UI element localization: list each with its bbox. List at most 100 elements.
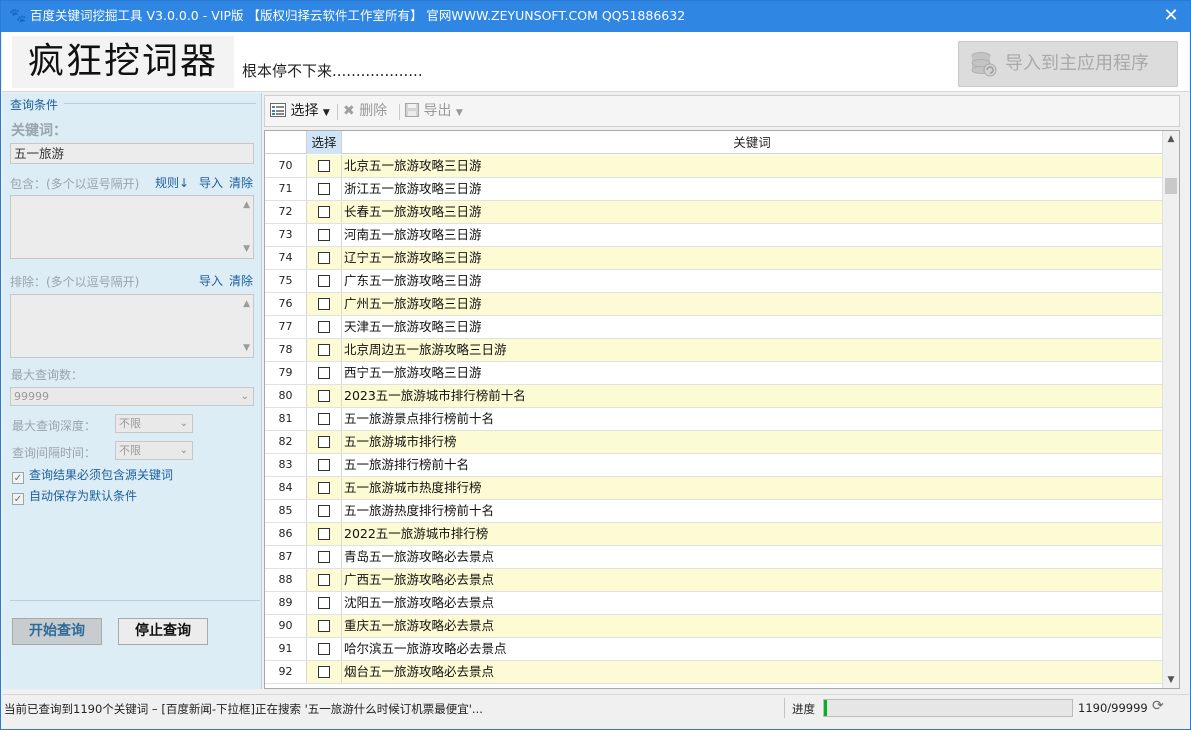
table-row[interactable]: 74 辽宁五一旅游攻略三日游: [265, 247, 1162, 270]
table-row[interactable]: 71 浙江五一旅游攻略三日游: [265, 178, 1162, 201]
checkmark-icon[interactable]: ✓: [12, 493, 24, 505]
grid-header: 选择 关键词: [265, 131, 1162, 154]
table-row[interactable]: 92 烟台五一旅游攻略必去景点: [265, 661, 1162, 684]
scroll-down-icon[interactable]: ▼: [243, 244, 250, 254]
row-checkbox[interactable]: [318, 505, 330, 517]
vertical-scrollbar[interactable]: ▲ ▼: [1162, 131, 1179, 688]
import-button-label: 导入到主应用程序: [1005, 53, 1149, 74]
table-row[interactable]: 78 北京周边五一旅游攻略三日游: [265, 339, 1162, 362]
row-number: 73: [265, 224, 306, 246]
close-icon[interactable]: ✕: [1158, 4, 1184, 28]
row-checkbox[interactable]: [318, 413, 330, 425]
table-row[interactable]: 80 2023五一旅游城市排行榜前十名: [265, 385, 1162, 408]
keyword-column-header[interactable]: 关键词: [342, 131, 1162, 154]
include-textarea[interactable]: ▲ ▼: [10, 195, 254, 259]
include-clear-link[interactable]: 清除: [229, 174, 253, 191]
max-query-select[interactable]: 99999 ⌄: [10, 387, 254, 406]
scroll-up-icon[interactable]: ▲: [243, 299, 250, 309]
row-checkbox[interactable]: [318, 643, 330, 655]
exclude-textarea[interactable]: ▲ ▼: [10, 294, 254, 358]
row-checkbox[interactable]: [318, 321, 330, 333]
scroll-up-icon[interactable]: ▲: [1163, 131, 1179, 147]
table-row[interactable]: 89 沈阳五一旅游攻略必去景点: [265, 592, 1162, 615]
row-number: 72: [265, 201, 306, 223]
table-row[interactable]: 73 河南五一旅游攻略三日游: [265, 224, 1162, 247]
table-row[interactable]: 77 天津五一旅游攻略三日游: [265, 316, 1162, 339]
delete-button[interactable]: ✖ 删除: [343, 102, 387, 120]
table-row[interactable]: 88 广西五一旅游攻略必去景点: [265, 569, 1162, 592]
keyword-input[interactable]: 五一旅游: [10, 143, 254, 164]
row-checkbox[interactable]: [318, 666, 330, 678]
row-checkbox[interactable]: [318, 551, 330, 563]
row-checkbox[interactable]: [318, 390, 330, 402]
row-checkbox[interactable]: [318, 574, 330, 586]
row-checkbox[interactable]: [318, 528, 330, 540]
must-contain-checkbox[interactable]: ✓ 查询结果必须包含源关键词: [12, 466, 173, 484]
export-menu-button[interactable]: 导出 ▼: [405, 102, 463, 122]
row-checkbox[interactable]: [318, 482, 330, 494]
scroll-down-icon[interactable]: ▼: [243, 343, 250, 353]
scroll-down-icon[interactable]: ▼: [1163, 672, 1179, 688]
row-checkbox[interactable]: [318, 620, 330, 632]
table-row[interactable]: 90 重庆五一旅游攻略必去景点: [265, 615, 1162, 638]
row-checkbox[interactable]: [318, 206, 330, 218]
select-menu-button[interactable]: 选择 ▼: [270, 102, 330, 122]
group-divider: [64, 103, 256, 104]
row-checkbox[interactable]: [318, 459, 330, 471]
table-row[interactable]: 87 青岛五一旅游攻略必去景点: [265, 546, 1162, 569]
row-checkbox[interactable]: [318, 183, 330, 195]
row-number: 84: [265, 477, 306, 499]
table-row[interactable]: 83 五一旅游排行榜前十名: [265, 454, 1162, 477]
scroll-up-icon[interactable]: ▲: [243, 200, 250, 210]
refresh-icon[interactable]: ⟳: [1152, 698, 1164, 714]
row-checkbox[interactable]: [318, 344, 330, 356]
keyword-cell: 天津五一旅游攻略三日游: [344, 319, 482, 334]
table-row[interactable]: 81 五一旅游景点排行榜前十名: [265, 408, 1162, 431]
table-row[interactable]: 85 五一旅游热度排行榜前十名: [265, 500, 1162, 523]
row-checkbox[interactable]: [318, 229, 330, 241]
max-depth-select[interactable]: 不限 ⌄: [115, 414, 193, 433]
table-row[interactable]: 76 广州五一旅游攻略三日游: [265, 293, 1162, 316]
row-select-cell: [306, 362, 342, 384]
row-checkbox[interactable]: [318, 252, 330, 264]
table-row[interactable]: 75 广东五一旅游攻略三日游: [265, 270, 1162, 293]
autosave-checkbox[interactable]: ✓ 自动保存为默认条件: [12, 487, 137, 505]
table-row[interactable]: 82 五一旅游城市排行榜: [265, 431, 1162, 454]
table-row[interactable]: 72 长春五一旅游攻略三日游: [265, 201, 1162, 224]
select-column-header[interactable]: 选择: [306, 131, 342, 154]
row-select-cell: [306, 155, 342, 177]
row-number: 79: [265, 362, 306, 384]
header-banner: 疯狂挖词器 根本停不下来................... 导入到主应用程序: [2, 32, 1189, 92]
keyword-cell: 沈阳五一旅游攻略必去景点: [344, 595, 495, 610]
keyword-cell: 重庆五一旅游攻略必去景点: [342, 615, 1162, 637]
checkmark-icon[interactable]: ✓: [12, 472, 24, 484]
table-row[interactable]: 86 2022五一旅游城市排行榜: [265, 523, 1162, 546]
stop-query-button[interactable]: 停止查询: [118, 618, 208, 645]
exclude-import-link[interactable]: 导入: [199, 272, 223, 289]
table-row[interactable]: 70 北京五一旅游攻略三日游: [265, 155, 1162, 178]
chevron-down-icon: ⌄: [179, 418, 188, 429]
import-to-main-app-button[interactable]: 导入到主应用程序: [958, 41, 1178, 87]
row-checkbox[interactable]: [318, 367, 330, 379]
row-checkbox[interactable]: [318, 597, 330, 609]
table-row[interactable]: 79 西宁五一旅游攻略三日游: [265, 362, 1162, 385]
scrollbar-thumb[interactable]: [1165, 178, 1177, 194]
include-rule-link[interactable]: 规则↓: [155, 174, 189, 191]
row-number: 85: [265, 500, 306, 522]
row-checkbox[interactable]: [318, 275, 330, 287]
row-checkbox[interactable]: [318, 160, 330, 172]
keyword-cell: 五一旅游热度排行榜前十名: [344, 503, 495, 518]
row-select-cell: [306, 638, 342, 660]
row-checkbox[interactable]: [318, 436, 330, 448]
row-checkbox[interactable]: [318, 298, 330, 310]
interval-select[interactable]: 不限 ⌄: [115, 441, 193, 460]
table-row[interactable]: 91 哈尔滨五一旅游攻略必去景点: [265, 638, 1162, 661]
table-row[interactable]: 84 五一旅游城市热度排行榜: [265, 477, 1162, 500]
keyword-results-grid: 选择 关键词 70 北京五一旅游攻略三日游 71 浙江五一旅游攻略三日游 72 长春五一旅…: [264, 130, 1180, 689]
keyword-cell: 哈尔滨五一旅游攻略必去景点: [344, 641, 507, 656]
row-number: 78: [265, 339, 306, 361]
include-import-link[interactable]: 导入: [199, 174, 223, 191]
start-query-button[interactable]: 开始查询: [12, 618, 102, 645]
include-label: 包含：(多个以逗号隔开): [10, 177, 140, 191]
exclude-clear-link[interactable]: 清除: [229, 272, 253, 289]
